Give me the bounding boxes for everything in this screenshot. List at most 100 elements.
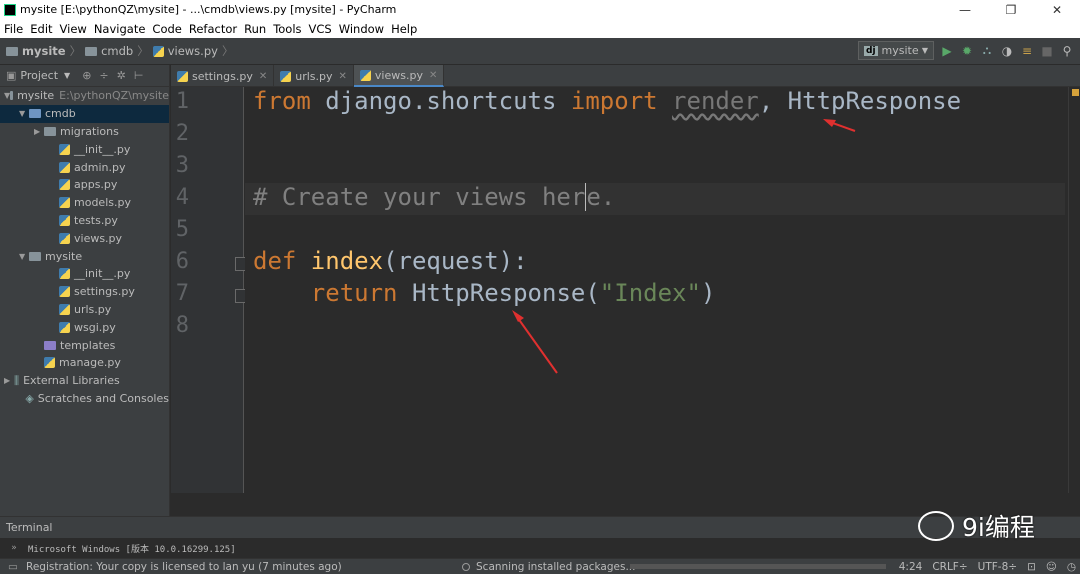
breadcrumb-separator: 〉	[69, 44, 82, 58]
menu-view[interactable]: View	[56, 22, 90, 36]
breadcrumb-folder[interactable]: cmdb	[101, 44, 133, 58]
debug-icon[interactable]: ✹	[960, 44, 974, 58]
paren: )	[700, 279, 716, 307]
inspector-icon[interactable]: ☺	[1046, 561, 1057, 573]
gear-icon[interactable]: ✲	[117, 69, 126, 82]
menu-help[interactable]: Help	[387, 22, 420, 36]
build-icon[interactable]: ≡	[1020, 44, 1034, 58]
code-line-6: def index(request):	[253, 247, 528, 279]
locate-icon[interactable]: ⊕	[82, 69, 91, 82]
python-file-icon	[280, 70, 292, 82]
status-icon[interactable]: ▭	[8, 561, 18, 573]
tab-urls-py[interactable]: urls.py ✕	[274, 65, 354, 87]
folder-icon	[85, 46, 98, 56]
expand-arrow-icon[interactable]: ▶	[4, 376, 14, 385]
tab-settings-py[interactable]: settings.py ✕	[171, 65, 275, 87]
collapse-icon[interactable]: ÷	[99, 69, 108, 82]
python-file-icon	[59, 161, 70, 173]
menu-refactor[interactable]: Refactor	[185, 22, 240, 36]
coverage-icon[interactable]: ⛬	[980, 43, 994, 58]
breadcrumb-project[interactable]: mysite	[22, 44, 66, 58]
menu-run[interactable]: Run	[240, 22, 269, 36]
file-encoding[interactable]: UTF-8÷	[978, 561, 1017, 573]
profile-icon[interactable]: ◑	[1000, 44, 1014, 58]
tree-item[interactable]: admin.py	[0, 158, 169, 176]
navigation-bar: mysite 〉 cmdb 〉 views.py 〉 dj mysite ▼ ▶…	[0, 38, 1080, 65]
tab-views-py[interactable]: views.py ✕	[353, 65, 445, 87]
menu-edit[interactable]: Edit	[26, 22, 55, 36]
chevron-right-icon[interactable]: »	[0, 543, 28, 553]
close-icon[interactable]: ✕	[259, 71, 267, 82]
menu-window[interactable]: Window	[335, 22, 387, 36]
expand-arrow-icon[interactable]: ▼	[19, 252, 29, 261]
tree-item[interactable]: __init__.py	[0, 265, 169, 283]
terminal-label: Terminal	[6, 521, 53, 534]
tree-item[interactable]: ◈ Scratches and Consoles	[0, 390, 169, 408]
tree-item[interactable]: settings.py	[0, 283, 169, 301]
tree-item[interactable]: ▼ mysite	[0, 247, 169, 265]
line-number: 6	[175, 249, 189, 274]
close-icon[interactable]: ✕	[429, 70, 437, 81]
editor-gutter: 1 2 3 4 5 6 7 8	[171, 87, 249, 493]
registration-message[interactable]: Registration: Your copy is licensed to l…	[0, 561, 342, 573]
tree-item-label: urls.py	[74, 302, 112, 316]
tree-item-label: apps.py	[74, 178, 118, 192]
hide-icon[interactable]: ⊢	[134, 69, 144, 82]
tree-item[interactable]: templates	[0, 336, 169, 354]
python-file-icon	[59, 286, 70, 298]
keyword: from	[253, 87, 311, 115]
tree-item[interactable]: apps.py	[0, 176, 169, 194]
templates-folder-icon	[44, 340, 56, 350]
tree-item[interactable]: wsgi.py	[0, 318, 169, 336]
stop-icon[interactable]: ■	[1040, 44, 1054, 58]
close-icon[interactable]: ✕	[339, 71, 347, 82]
minimize-button[interactable]: —	[942, 0, 988, 19]
code-editor[interactable]: from django.shortcuts import render, Htt…	[245, 87, 1065, 493]
project-panel-actions: ⊕ ÷ ✲ ⊢	[82, 69, 143, 82]
python-file-icon	[59, 179, 70, 191]
run-configuration-select[interactable]: dj mysite ▼	[858, 41, 934, 60]
menu-tools[interactable]: Tools	[269, 22, 304, 36]
tree-item[interactable]: ▶ ⫼ External Libraries	[0, 372, 169, 390]
menu-vcs[interactable]: VCS	[305, 22, 335, 36]
event-log-icon[interactable]: ◷	[1067, 561, 1076, 573]
tree-item[interactable]: ▼ cmdb	[0, 104, 169, 123]
module-name: django.shortcuts	[310, 87, 571, 115]
line-number: 8	[175, 313, 189, 338]
line-number: 1	[175, 89, 189, 114]
background-task[interactable]: Scanning installed packages...	[462, 561, 635, 573]
warning-marker-icon[interactable]	[1072, 89, 1079, 96]
cursor-position[interactable]: 4:24	[899, 561, 923, 573]
expand-arrow-icon[interactable]: ▼	[19, 109, 29, 118]
menu-code[interactable]: Code	[148, 22, 184, 36]
tree-item[interactable]: __init__.py	[0, 140, 169, 158]
maximize-button[interactable]: ❐	[988, 0, 1034, 19]
tree-item[interactable]: manage.py	[0, 354, 169, 372]
line-separator[interactable]: CRLF÷	[932, 561, 967, 573]
expand-arrow-icon[interactable]: ▶	[34, 127, 44, 136]
keyword: return	[310, 279, 398, 307]
tree-item[interactable]: urls.py	[0, 301, 169, 319]
tree-item[interactable]: views.py	[0, 229, 169, 247]
search-icon[interactable]: ⚲	[1060, 44, 1074, 58]
tree-item-label: templates	[60, 338, 116, 352]
python-file-icon	[359, 69, 371, 81]
tree-item[interactable]: ▶ migrations	[0, 123, 169, 141]
tree-item[interactable]: ▼ mysite E:\pythonQZ\mysite	[0, 87, 169, 105]
tree-item-label: admin.py	[74, 160, 126, 174]
tree-item[interactable]: tests.py	[0, 212, 169, 230]
tab-label: views.py	[374, 68, 423, 82]
line-number: 2	[175, 121, 189, 146]
lock-icon[interactable]: ⊡	[1027, 561, 1036, 573]
menu-navigate[interactable]: Navigate	[90, 22, 149, 36]
chevron-down-icon[interactable]: ▼	[64, 71, 70, 80]
parameters: (request):	[383, 247, 528, 275]
tree-item[interactable]: models.py	[0, 194, 169, 212]
folder-icon	[29, 251, 41, 261]
run-icon[interactable]: ▶	[940, 44, 954, 58]
breadcrumb-file[interactable]: views.py	[168, 44, 218, 58]
function-call: HttpResponse(	[397, 279, 600, 307]
project-view-select[interactable]: Project	[20, 69, 58, 82]
menu-file[interactable]: File	[0, 22, 26, 36]
close-button[interactable]: ✕	[1034, 0, 1080, 19]
